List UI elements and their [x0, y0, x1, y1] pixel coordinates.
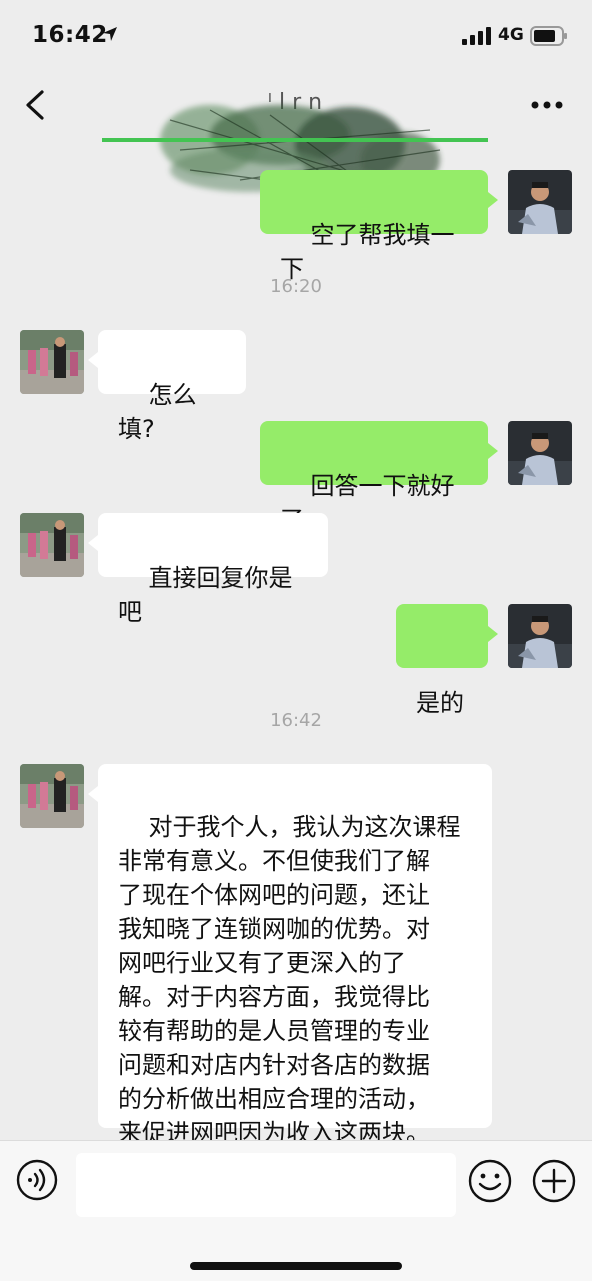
contact-avatar[interactable]	[20, 330, 84, 394]
message-row: 是的	[0, 604, 592, 717]
emoji-icon[interactable]	[468, 1159, 512, 1203]
bubble-tail	[488, 443, 498, 459]
message-text: 空了帮我填一下	[280, 221, 455, 283]
bubble-tail	[88, 535, 98, 551]
bubble-tail	[488, 192, 498, 208]
contact-avatar[interactable]	[20, 764, 84, 828]
signal-icon	[462, 27, 491, 45]
message-bubble[interactable]: 怎么填?	[98, 330, 246, 443]
battery-icon	[530, 26, 567, 46]
voice-icon[interactable]	[16, 1159, 58, 1201]
my-avatar[interactable]	[508, 421, 572, 485]
status-time: 16:42	[32, 22, 108, 48]
bubble-tail	[488, 626, 498, 642]
my-avatar[interactable]	[508, 604, 572, 668]
message-text: 对于我个人，我认为这次课程 非常有意义。不但使我们了解 了现在个体网吧的问题，还…	[118, 813, 461, 1147]
back-chevron-icon[interactable]	[24, 90, 46, 120]
my-avatar[interactable]	[508, 170, 572, 234]
message-bubble[interactable]: 是的	[396, 604, 488, 717]
message-row: 回答一下就好了	[0, 421, 592, 534]
contact-avatar[interactable]	[20, 513, 84, 577]
plus-icon[interactable]	[532, 1159, 576, 1203]
title-underline	[102, 138, 488, 142]
location-arrow-icon	[103, 27, 117, 41]
bubble-tail	[88, 352, 98, 368]
message-row: 怎么填?	[0, 330, 592, 443]
message-bubble[interactable]: 空了帮我填一下	[260, 170, 488, 283]
input-bar	[0, 1140, 592, 1281]
message-row: 直接回复你是吧	[0, 513, 592, 626]
message-bubble[interactable]: 回答一下就好了	[260, 421, 488, 534]
timestamp: 16:42	[270, 710, 322, 731]
more-dots-icon[interactable]	[530, 100, 564, 110]
network-type: 4G	[498, 25, 524, 45]
message-row: 对于我个人，我认为这次课程 非常有意义。不但使我们了解 了现在个体网吧的问题，还…	[0, 764, 592, 1147]
message-bubble[interactable]: 直接回复你是吧	[98, 513, 328, 626]
timestamp: 16:20	[270, 276, 322, 297]
bubble-tail	[88, 786, 98, 802]
message-row: 空了帮我填一下	[0, 170, 592, 283]
home-indicator	[190, 1262, 402, 1270]
nav-bar: ᴵ l r n	[0, 70, 592, 211]
message-bubble[interactable]: 对于我个人，我认为这次课程 非常有意义。不但使我们了解 了现在个体网吧的问题，还…	[98, 764, 492, 1147]
status-bar: 16:42 4G	[0, 0, 592, 70]
message-input[interactable]	[76, 1153, 456, 1217]
